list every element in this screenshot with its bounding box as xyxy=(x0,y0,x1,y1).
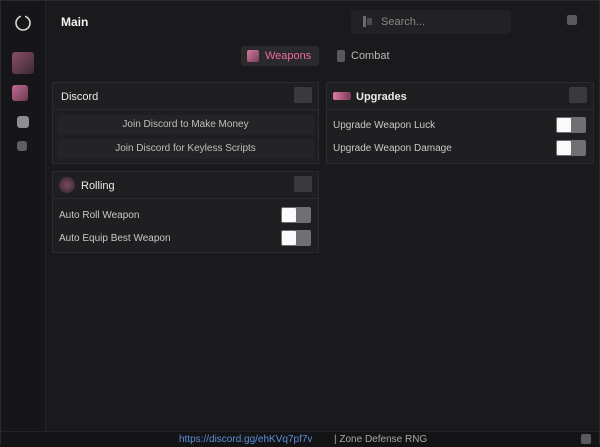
search-input[interactable]: Search... xyxy=(351,10,511,34)
tab-combat[interactable]: Combat xyxy=(331,46,398,66)
rolling-panel: Rolling Auto Roll Weapon Auto Equip Best… xyxy=(52,171,319,253)
sidebar-item-weapons[interactable] xyxy=(12,85,28,101)
rolling-panel-header: Rolling xyxy=(53,172,318,199)
upgrades-icon xyxy=(333,92,351,100)
sidebar-item-settings[interactable] xyxy=(17,116,29,128)
search-icon xyxy=(363,16,372,27)
page-title: Main xyxy=(61,15,89,29)
upgrades-panel-title: Upgrades xyxy=(356,91,407,103)
toggle-knob xyxy=(557,141,571,155)
auto-roll-weapon-label: Auto Roll Weapon xyxy=(59,210,140,221)
discord-panel-title: Discord xyxy=(61,91,99,103)
sidebar-item-info[interactable] xyxy=(17,141,27,151)
upgrade-weapon-damage-toggle[interactable] xyxy=(556,140,586,156)
top-bar: Main Search... xyxy=(45,1,599,41)
rolling-panel-title: Rolling xyxy=(81,180,115,192)
toggle-knob xyxy=(557,118,571,132)
rolling-icon xyxy=(59,177,75,193)
discord-panel-header: Discord xyxy=(53,83,318,110)
app-window: Main Search... Weapons Combat Discord Jo… xyxy=(0,0,600,447)
toggle-knob xyxy=(282,208,296,222)
toggle-knob xyxy=(282,231,296,245)
tab-combat-label: Combat xyxy=(351,50,390,62)
upgrades-collapse-icon[interactable] xyxy=(569,87,587,103)
sidebar-item-avatar[interactable] xyxy=(12,52,34,74)
rolling-collapse-icon[interactable] xyxy=(294,176,312,192)
tab-weapons-label: Weapons xyxy=(265,50,312,62)
discord-invite-link[interactable]: https://discord.gg/ehKVq7pf7v xyxy=(179,434,312,445)
auto-equip-best-weapon-toggle[interactable] xyxy=(281,230,311,246)
upgrade-weapon-luck-toggle[interactable] xyxy=(556,117,586,133)
upgrade-weapon-luck-label: Upgrade Weapon Luck xyxy=(333,120,436,131)
sidebar xyxy=(1,1,46,431)
upgrade-weapon-damage-label: Upgrade Weapon Damage xyxy=(333,143,452,154)
join-discord-money-button[interactable]: Join Discord to Make Money xyxy=(57,115,314,135)
discord-panel: Discord Join Discord to Make Money Join … xyxy=(52,82,319,164)
tab-weapons[interactable]: Weapons xyxy=(241,46,320,66)
auto-roll-weapon-toggle[interactable] xyxy=(281,207,311,223)
power-logo-icon xyxy=(15,13,31,31)
weapons-icon xyxy=(247,50,259,62)
upgrades-panel-header: Upgrades xyxy=(327,83,593,110)
tab-bar: Weapons Combat xyxy=(45,41,599,73)
combat-icon xyxy=(337,50,345,62)
resize-grip-icon[interactable] xyxy=(581,434,591,444)
game-name: | Zone Defense RNG xyxy=(334,434,428,445)
auto-equip-best-weapon-label: Auto Equip Best Weapon xyxy=(59,233,171,244)
upgrades-panel: Upgrades Upgrade Weapon Luck Upgrade Wea… xyxy=(326,82,594,164)
search-placeholder: Search... xyxy=(381,16,426,28)
settings-icon[interactable] xyxy=(567,15,577,25)
discord-collapse-icon[interactable] xyxy=(294,87,312,103)
join-discord-keyless-button[interactable]: Join Discord for Keyless Scripts xyxy=(57,139,314,159)
